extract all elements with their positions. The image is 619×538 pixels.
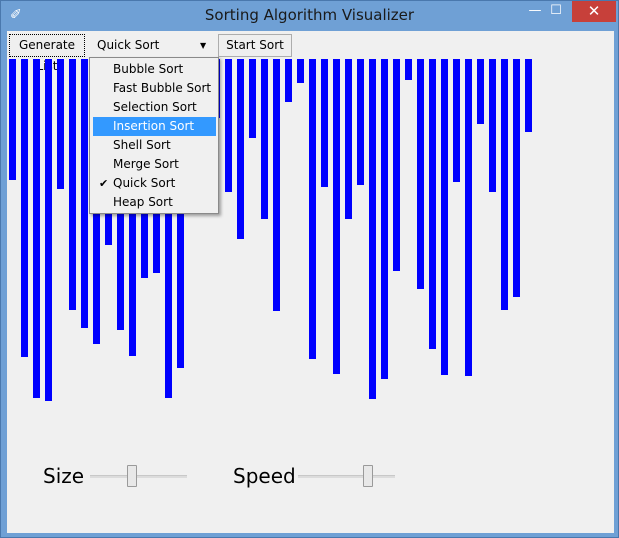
menu-item-label: Bubble Sort bbox=[113, 62, 184, 76]
algorithm-select-value: Quick Sort bbox=[97, 38, 160, 52]
size-label: Size bbox=[43, 464, 85, 488]
menu-item[interactable]: Insertion Sort bbox=[93, 117, 216, 136]
size-slider-thumb[interactable] bbox=[126, 465, 137, 487]
menu-item-label: Merge Sort bbox=[113, 157, 179, 171]
menu-item[interactable]: Shell Sort bbox=[93, 136, 216, 155]
bar bbox=[9, 59, 16, 180]
bar bbox=[81, 59, 88, 328]
client-area: Generate List Quick Sort ▼ Start Sort Bu… bbox=[7, 31, 614, 533]
bar bbox=[309, 59, 316, 359]
bar bbox=[513, 59, 520, 297]
bar bbox=[429, 59, 436, 349]
menu-item[interactable]: Bubble Sort bbox=[93, 60, 216, 79]
menu-item[interactable]: ✔ Quick Sort bbox=[93, 174, 216, 193]
bar bbox=[525, 59, 532, 132]
check-icon: ✔ bbox=[99, 177, 109, 190]
bar bbox=[249, 59, 256, 138]
size-slider[interactable] bbox=[90, 475, 187, 478]
bar bbox=[357, 59, 364, 185]
menu-item-label: Quick Sort bbox=[113, 176, 176, 190]
bar bbox=[69, 59, 76, 310]
bar bbox=[501, 59, 508, 310]
bar bbox=[369, 59, 376, 399]
menu-item-label: Insertion Sort bbox=[113, 119, 195, 133]
bar bbox=[45, 59, 52, 401]
menu-item[interactable]: Merge Sort bbox=[93, 155, 216, 174]
generate-list-button[interactable]: Generate List bbox=[9, 34, 85, 73]
menu-item-label: Selection Sort bbox=[113, 100, 197, 114]
maximize-button[interactable]: ☐ bbox=[544, 1, 568, 22]
menu-item-label: Shell Sort bbox=[113, 138, 171, 152]
bar bbox=[465, 59, 472, 376]
speed-label: Speed bbox=[233, 464, 296, 488]
app-window: ✐ Sorting Algorithm Visualizer — ☐ ✕ Gen… bbox=[0, 0, 619, 538]
bar bbox=[321, 59, 328, 187]
bar bbox=[297, 59, 304, 83]
bar bbox=[417, 59, 424, 289]
bar bbox=[237, 59, 244, 239]
algorithm-select[interactable]: Quick Sort ▼ bbox=[91, 34, 215, 57]
bar bbox=[405, 59, 412, 80]
bar bbox=[333, 59, 340, 374]
algorithm-dropdown-menu: Bubble Sort Fast Bubble Sort Selection Sor… bbox=[89, 57, 219, 214]
bar bbox=[57, 59, 64, 189]
menu-item[interactable]: Fast Bubble Sort bbox=[93, 79, 216, 98]
bar bbox=[273, 59, 280, 311]
title-bar[interactable]: ✐ Sorting Algorithm Visualizer — ☐ ✕ bbox=[1, 1, 618, 31]
speed-slider-thumb[interactable] bbox=[363, 465, 374, 487]
menu-item[interactable]: Heap Sort bbox=[93, 193, 216, 212]
bar bbox=[285, 59, 292, 102]
bar bbox=[381, 59, 388, 379]
bar bbox=[453, 59, 460, 182]
bar bbox=[225, 59, 232, 192]
bar bbox=[441, 59, 448, 375]
bar bbox=[21, 59, 28, 357]
bar bbox=[393, 59, 400, 271]
bar bbox=[33, 59, 40, 398]
close-button[interactable]: ✕ bbox=[572, 1, 616, 22]
bar bbox=[261, 59, 268, 219]
bar bbox=[477, 59, 484, 124]
menu-item-label: Heap Sort bbox=[113, 195, 173, 209]
bar bbox=[345, 59, 352, 219]
menu-item[interactable]: Selection Sort bbox=[93, 98, 216, 117]
chevron-down-icon: ▼ bbox=[200, 41, 207, 50]
menu-item-label: Fast Bubble Sort bbox=[113, 81, 212, 95]
bar bbox=[489, 59, 496, 192]
speed-slider[interactable] bbox=[298, 475, 395, 478]
start-sort-button[interactable]: Start Sort bbox=[218, 34, 292, 57]
